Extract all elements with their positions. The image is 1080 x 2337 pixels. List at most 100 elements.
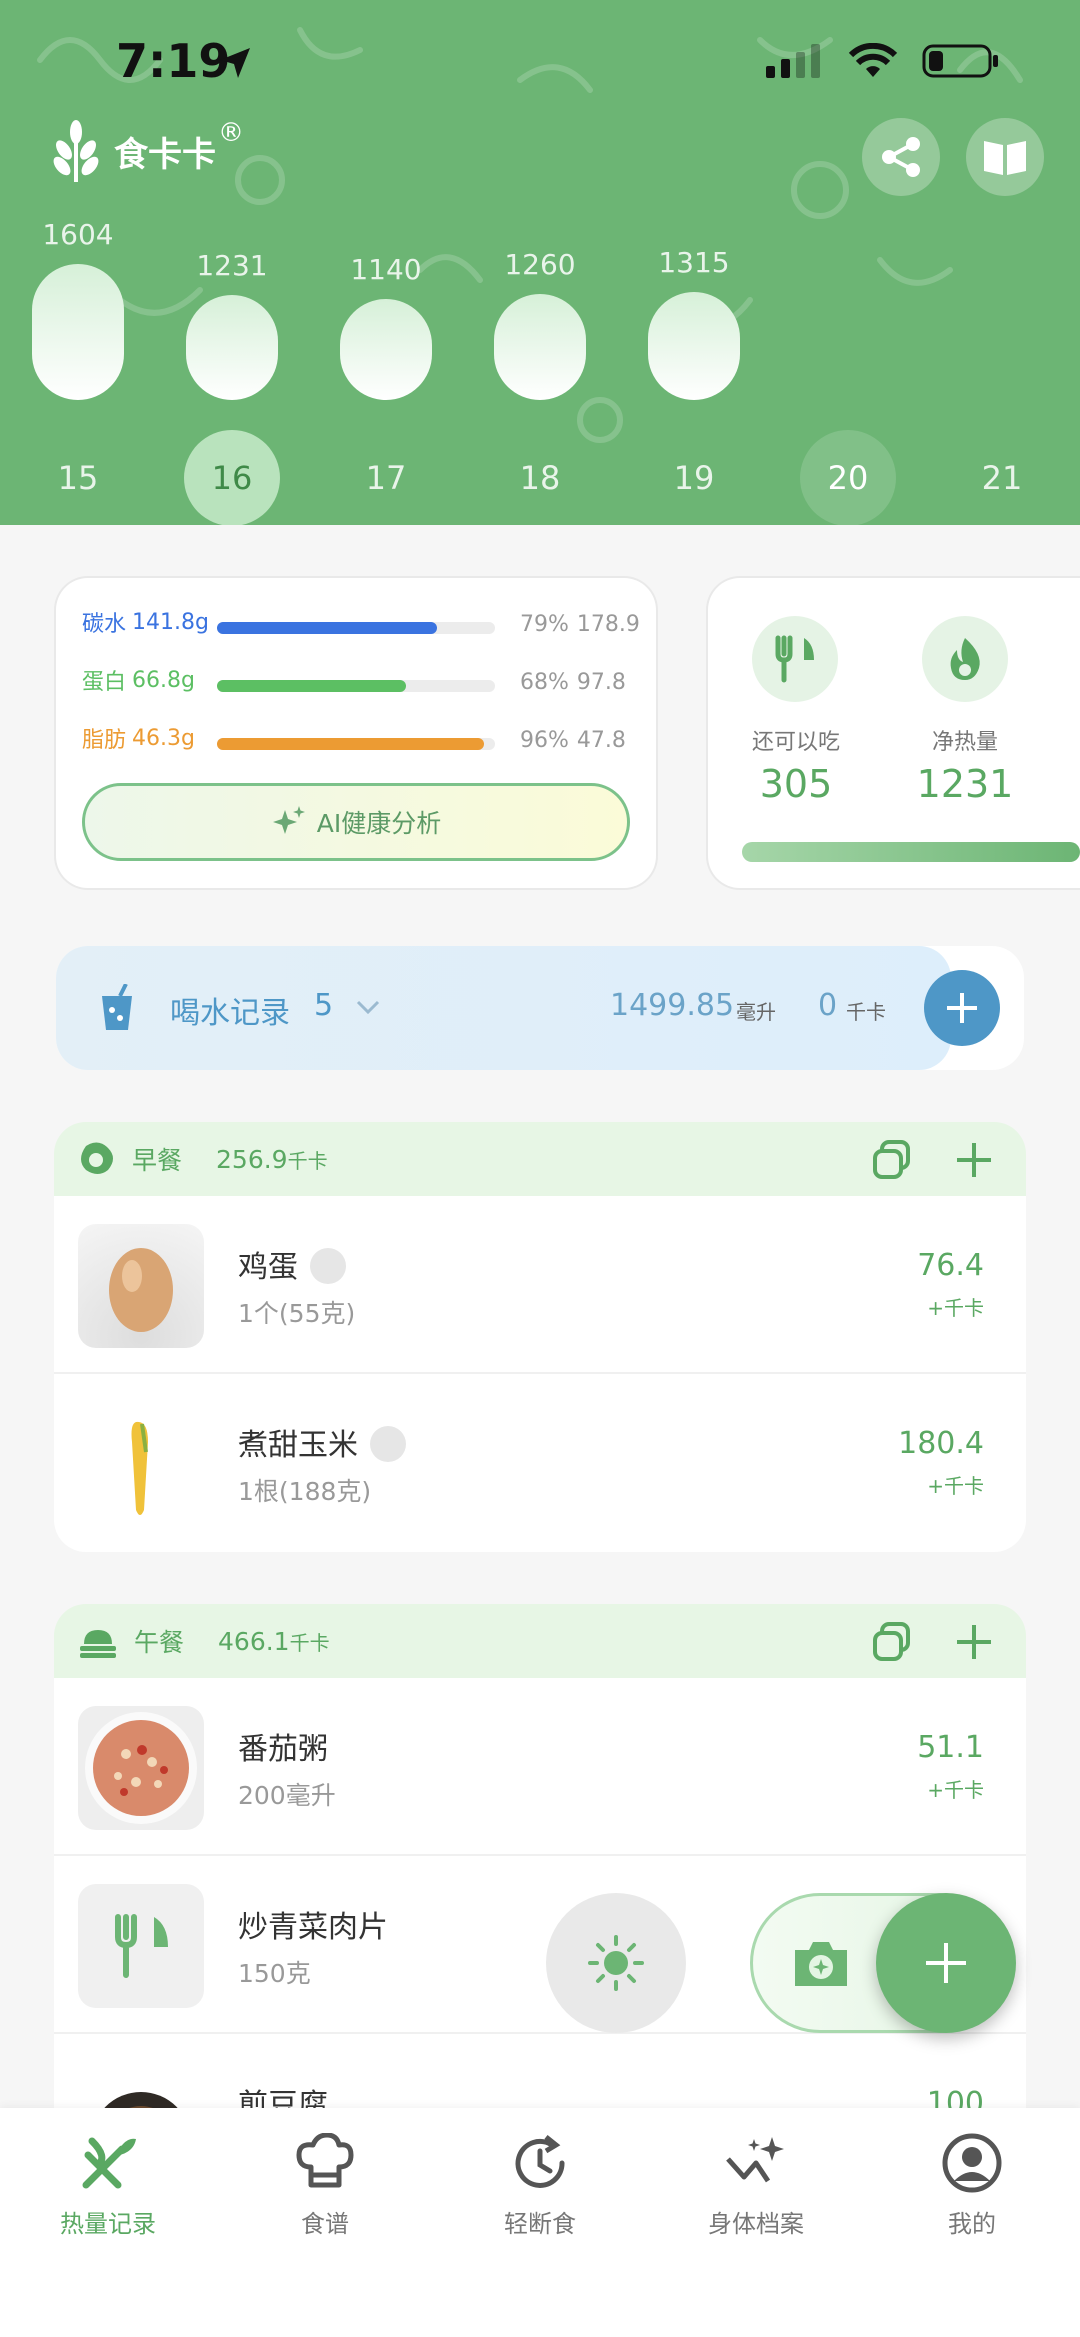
breakfast-kcal: 256.9 (216, 1144, 288, 1174)
meal-tray-icon (80, 1630, 116, 1658)
macro-percent-target: 68% 97.8 (520, 670, 626, 695)
food-photo (78, 1402, 204, 1526)
user-icon (942, 2133, 1002, 2193)
nav-item-fasting[interactable]: 轻断食 (460, 2132, 620, 2239)
copy-icon[interactable] (872, 1140, 912, 1180)
day-calorie-pill (340, 299, 432, 400)
remaining-label: 还可以吃 (751, 730, 840, 755)
food-photo (78, 1706, 204, 1830)
food-tag-icon (310, 1247, 346, 1284)
water-label: 喝水记录 (170, 996, 290, 1031)
wheat-icon (53, 120, 99, 182)
nav-label: 食谱 (301, 2210, 349, 2238)
ai-health-analysis-button[interactable]: AI健康分析 (82, 783, 630, 861)
chevron-down-icon[interactable] (354, 996, 382, 1020)
list-item[interactable]: 番茄粥 200毫升 51.1 +千卡 (54, 1678, 1026, 1856)
food-kcal-unit: +千卡 (927, 1778, 984, 1802)
net-kcal-icon (922, 616, 1008, 702)
food-amount: 150克 (238, 1959, 311, 1988)
registered-mark: ® (218, 118, 244, 148)
plus-icon (926, 1943, 966, 1983)
list-item[interactable]: 鸡蛋 1个(55克) 76.4 +千卡 (54, 1196, 1026, 1374)
macro-row: 蛋白 66.8g (82, 664, 195, 696)
status-time: 7:19 (116, 34, 231, 88)
breakfast-kcal-unit: 千卡 (287, 1148, 328, 1173)
theme-toggle-button[interactable] (546, 1893, 686, 2033)
drink-cup-icon (102, 984, 132, 1030)
add-lunch-icon[interactable] (954, 1622, 994, 1662)
nav-item-recipes[interactable]: 食谱 (245, 2132, 405, 2239)
nav-label: 热量记录 (60, 2210, 156, 2238)
breakfast-title: 早餐 (132, 1146, 183, 1175)
food-kcal: 180.4 (898, 1426, 984, 1461)
wifi-icon (848, 43, 898, 77)
chef-hat-icon (296, 2133, 354, 2188)
food-photo (78, 1224, 204, 1348)
macro-percent: 79% (520, 612, 569, 637)
day-number[interactable]: 16 (184, 430, 280, 525)
macro-value: 46.3g (132, 725, 195, 751)
day-number[interactable]: 20 (800, 430, 896, 525)
food-name: 番茄粥 (238, 1732, 328, 1767)
day-calorie-value: 1260 (504, 248, 576, 281)
fork-knife-icon (82, 2137, 136, 2189)
fried-egg-icon (81, 1142, 113, 1174)
day-calorie-pill (186, 295, 278, 400)
macro-progress-fill (217, 680, 406, 692)
macro-row: 脂肪 46.3g (82, 722, 195, 754)
add-breakfast-icon[interactable] (954, 1140, 994, 1180)
day-calorie-pill (648, 292, 740, 400)
water-amount: 1499.85 (610, 988, 735, 1023)
day-calorie-value: 1604 (42, 218, 114, 251)
macro-name: 碳水 (82, 612, 127, 637)
remaining-icon (752, 616, 838, 702)
day-calorie-value: 1231 (196, 249, 268, 282)
lunch-title: 午餐 (134, 1628, 185, 1657)
copy-icon[interactable] (872, 1622, 912, 1662)
app-logo: 食卡卡 ® (48, 118, 244, 182)
guide-book-button[interactable] (966, 118, 1044, 196)
water-record-bar[interactable]: 喝水记录 5 1499.85 毫升 0 千卡 (56, 946, 1024, 1070)
macro-progress-track (217, 622, 495, 634)
day-number[interactable]: 21 (954, 430, 1050, 525)
add-water-button[interactable] (924, 970, 1000, 1046)
food-name: 煮甜玉米 (238, 1428, 358, 1463)
lunch-header: 午餐 466.1 千卡 (54, 1604, 1026, 1678)
status-indicators (766, 42, 1000, 80)
macro-progress-track (217, 680, 495, 692)
macro-percent: 68% (520, 670, 569, 695)
net-kcal-value: 1231 (916, 762, 1014, 806)
list-item[interactable]: 煮甜玉米 1根(188克) 180.4 +千卡 (54, 1374, 1026, 1552)
nav-item-body-profile[interactable]: 身体档案 (676, 2132, 836, 2239)
food-tag-icon (370, 1425, 406, 1462)
breakfast-list: 鸡蛋 1个(55克) 76.4 +千卡 煮甜玉米 1根(188克) 180.4 … (54, 1196, 1026, 1552)
food-name: 鸡蛋 (238, 1250, 298, 1285)
flame-icon (950, 638, 980, 680)
add-food-button[interactable] (876, 1893, 1016, 2033)
day-number[interactable]: 17 (338, 430, 434, 525)
macro-name: 蛋白 (82, 670, 127, 695)
food-amount: 1个(55克) (238, 1299, 356, 1328)
day-number[interactable]: 18 (492, 430, 588, 525)
bottom-nav: 热量记录 食谱 轻断食 身体档案 我的 (0, 2108, 1080, 2337)
header: 7:19 食卡卡 ® 1604 15 1231 16 1140 17 1260 … (0, 0, 1080, 525)
nav-item-me[interactable]: 我的 (892, 2132, 1052, 2239)
breakfast-header: 早餐 256.9 千卡 (54, 1122, 1026, 1196)
nav-item-calorie-record[interactable]: 热量记录 (28, 2132, 188, 2239)
plus-icon (947, 993, 977, 1023)
food-kcal-unit: +千卡 (927, 1474, 984, 1498)
water-amount-unit: 毫升 (736, 1000, 776, 1024)
signal-icon (766, 44, 820, 78)
sun-icon (588, 1935, 644, 1991)
share-button[interactable] (862, 118, 940, 196)
day-number[interactable]: 15 (30, 430, 126, 525)
share-icon (882, 137, 920, 177)
nav-label: 我的 (948, 2210, 996, 2238)
food-amount: 1根(188克) (238, 1477, 372, 1506)
macro-row: 碳水 141.8g (82, 606, 209, 638)
day-number[interactable]: 19 (646, 430, 742, 525)
location-arrow-icon (220, 48, 250, 78)
macro-percent: 96% (520, 728, 569, 753)
macro-percent-target: 96% 47.8 (520, 728, 626, 753)
water-kcal: 0 (818, 988, 838, 1023)
